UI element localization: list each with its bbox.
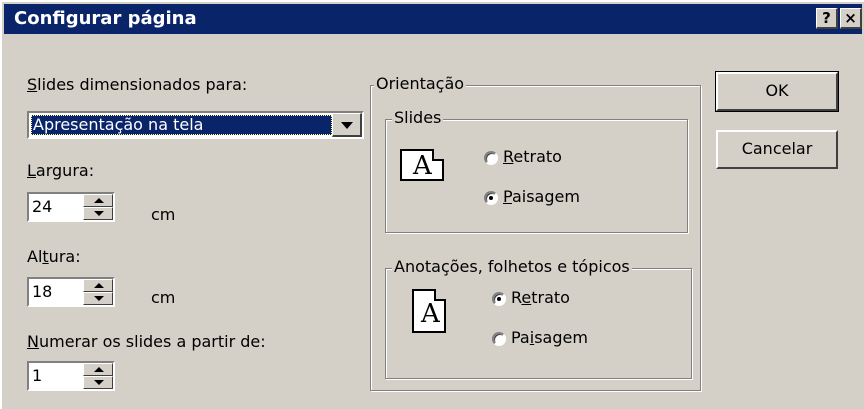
label-text: umerar os slides a partir de: (38, 332, 266, 351)
notes-portrait-radio[interactable] (492, 292, 506, 306)
slides-orientation-group: Slides A Retrato Paisagem (385, 108, 688, 233)
page-fold (432, 149, 444, 161)
slide-size-dropdown[interactable]: Apresentação na tela (27, 111, 364, 139)
label-text: ura: (48, 247, 81, 266)
label-text: Pa (511, 328, 530, 347)
mnemonic: L (27, 161, 36, 180)
title-bar: Configurar página ? × (4, 4, 862, 34)
slides-portrait-label[interactable]: Retrato (503, 147, 562, 166)
orientation-title: Orientação (374, 74, 467, 93)
ok-button[interactable]: OK (715, 71, 839, 112)
decrement-arrow-icon[interactable] (83, 376, 113, 389)
cancel-button[interactable]: Cancelar (716, 130, 838, 169)
notes-group-title: Anotações, folhetos e tópicos (392, 257, 632, 276)
label-text: lides dimensionados para: (37, 75, 248, 94)
height-value[interactable]: 18 (32, 282, 52, 302)
start-number-value[interactable]: 1 (32, 366, 42, 386)
height-spin-buttons (83, 279, 113, 305)
mnemonic: R (503, 147, 514, 166)
slides-portrait-radio[interactable] (484, 151, 498, 165)
width-value[interactable]: 24 (32, 197, 52, 217)
decrement-arrow-icon[interactable] (83, 292, 113, 305)
height-unit: cm (151, 288, 176, 307)
increment-arrow-icon[interactable] (83, 363, 113, 376)
page-fold (434, 289, 446, 301)
slide-size-label: Slides dimensionados para: (27, 75, 247, 94)
dropdown-arrow-icon[interactable] (332, 113, 362, 137)
decrement-arrow-icon[interactable] (83, 207, 113, 220)
help-button[interactable]: ? (816, 8, 838, 29)
slides-group-title: Slides (392, 108, 444, 127)
label-text: etrato (513, 147, 562, 166)
label-text: R (511, 288, 522, 307)
dialog-title: Configurar página (14, 8, 197, 29)
orientation-group: Orientação Slides A Retrato Paisagem Ano… (370, 74, 701, 391)
label-text: argura: (35, 161, 95, 180)
slides-landscape-label[interactable]: Paisagem (503, 187, 580, 206)
width-spinner[interactable]: 24 (27, 192, 115, 222)
notes-landscape-label[interactable]: Paisagem (511, 328, 588, 347)
width-label: Largura: (27, 161, 94, 180)
page-glyph: A (413, 151, 432, 181)
page-setup-dialog: Configurar página ? × Slides dimensionad… (0, 0, 864, 409)
width-unit: cm (151, 205, 176, 224)
slides-landscape-radio[interactable] (484, 191, 498, 205)
start-number-label: Numerar os slides a partir de: (27, 332, 266, 351)
mnemonic: N (27, 332, 39, 351)
label-text: sagem (534, 328, 588, 347)
width-spin-buttons (83, 194, 113, 220)
increment-arrow-icon[interactable] (83, 194, 113, 207)
notes-landscape-radio[interactable] (492, 332, 506, 346)
label-text: trato (531, 288, 570, 307)
label-text: Al (27, 247, 43, 266)
height-label: Altura: (27, 247, 81, 266)
mnemonic: e (521, 288, 532, 307)
notes-orientation-group: Anotações, folhetos e tópicos A Retrato … (385, 257, 692, 379)
start-number-spinner[interactable]: 1 (27, 361, 115, 391)
increment-arrow-icon[interactable] (83, 279, 113, 292)
page-glyph: A (421, 299, 440, 329)
portrait-page-icon: A (412, 289, 446, 333)
notes-portrait-label[interactable]: Retrato (511, 288, 570, 307)
close-button[interactable]: × (840, 8, 862, 29)
landscape-page-icon: A (400, 149, 444, 181)
slide-size-selected: Apresentação na tela (31, 115, 332, 135)
start-number-spin-buttons (83, 363, 113, 389)
mnemonic: S (27, 75, 38, 94)
height-spinner[interactable]: 18 (27, 277, 115, 307)
mnemonic: P (503, 187, 512, 206)
label-text: aisagem (511, 187, 580, 206)
